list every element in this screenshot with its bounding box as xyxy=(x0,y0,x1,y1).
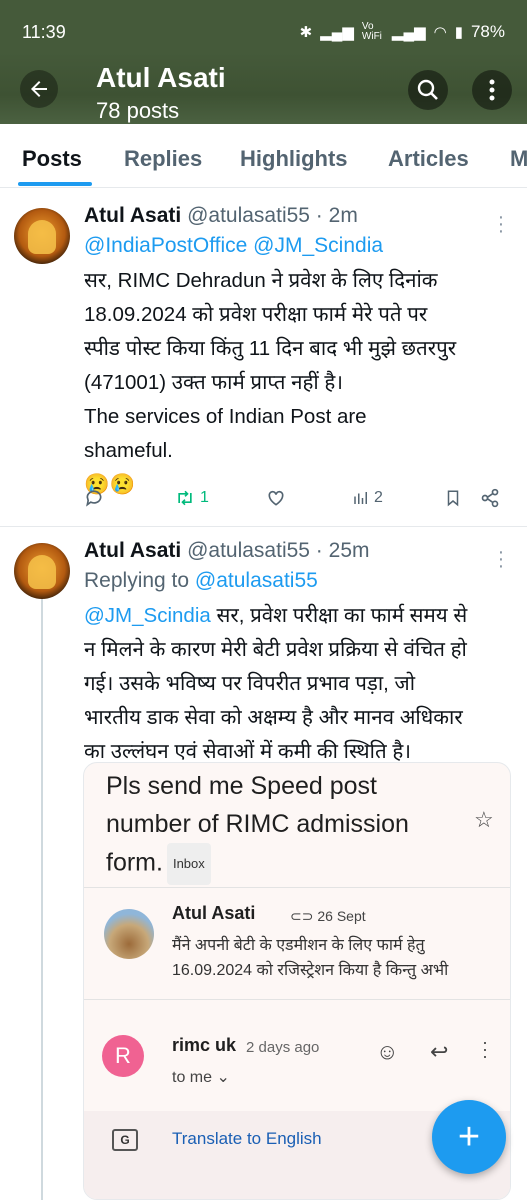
tab-media[interactable]: M xyxy=(510,146,527,172)
sender-name: rimc uk xyxy=(172,1035,237,1055)
recipient-line: to me ⌄ xyxy=(172,1067,230,1087)
post-line: The services of Indian Post are xyxy=(84,405,367,428)
vowifi-label: Vo WiFi xyxy=(361,21,382,42)
back-button[interactable] xyxy=(20,70,58,108)
more-options-button[interactable] xyxy=(472,70,512,110)
post-line: गई। उसके भविष्य पर विपरीत प्रभाव पड़ा, ज… xyxy=(84,672,416,695)
sender-avatar xyxy=(104,909,154,959)
more-vertical-icon xyxy=(489,79,495,101)
signal-icon: ▂▄▆ xyxy=(320,24,354,41)
replying-label: Replying to xyxy=(84,569,195,592)
post-line: सर, RIMC Dehradun ने प्रवेश के लिए दिनां… xyxy=(84,269,438,292)
back-arrow-icon xyxy=(31,81,47,97)
post-line: भारतीय डाक सेवा को अक्षम्य है और मानव अध… xyxy=(84,706,463,729)
post-line: सर, प्रवेश परीक्षा का फार्म समय से xyxy=(216,604,468,627)
mention-link[interactable]: @JM_Scindia xyxy=(84,604,211,627)
tab-highlights[interactable]: Highlights xyxy=(240,146,348,172)
message-preview: मैंने अपनी बेटी के एडमीशन के लिए फार्म ह… xyxy=(172,933,502,983)
author-handle: @atulasati55 · 2m xyxy=(187,204,358,227)
retweet-count: 1 xyxy=(200,489,209,506)
profile-header: Atul Asati 78 posts xyxy=(0,52,527,124)
preview-line: 16.09.2024 को रजिस्ट्रेशन किया है किन्तु… xyxy=(172,962,449,979)
message-date-text: 26 Sept xyxy=(317,908,366,924)
heart-icon xyxy=(268,490,284,506)
post-line: 18.09.2024 को प्रवेश परीक्षा फार्म मेरे … xyxy=(84,303,428,326)
author-name[interactable]: Atul Asati xyxy=(84,204,181,227)
share-icon xyxy=(481,488,499,508)
divider xyxy=(84,887,510,888)
wifi-icon: ◠ xyxy=(433,24,447,41)
replying-to-link[interactable]: @atulasati55 xyxy=(195,569,318,592)
battery-icon: ▮ xyxy=(454,24,463,41)
sender-name: Atul Asati xyxy=(172,903,256,923)
subject-line: Pls send me Speed post xyxy=(106,772,377,800)
preview-line: मैंने अपनी बेटी के एडमीशन के लिए फार्म ह… xyxy=(172,937,425,954)
post-count: 78 posts xyxy=(96,98,180,123)
reply-arrow-icon: ↩ xyxy=(430,1039,449,1064)
sender-avatar: R xyxy=(102,1035,144,1077)
author-name[interactable]: Atul Asati xyxy=(84,539,181,562)
views-icon xyxy=(354,492,367,504)
post-menu-icon[interactable]: · · · xyxy=(496,207,506,241)
profile-tabs: Posts Replies Highlights Articles M xyxy=(0,124,527,188)
post[interactable]: Atul Asati @atulasati55 · 2m · · · @IndiaP… xyxy=(0,190,527,526)
emoji-icon: ☺ xyxy=(376,1039,399,1064)
tab-posts[interactable]: Posts xyxy=(22,146,82,172)
mentions[interactable]: @IndiaPostOffice @JM_Scindia xyxy=(84,234,383,258)
message-date: ⊂⊃ 26 Sept xyxy=(290,908,366,925)
like-button[interactable] xyxy=(266,488,286,508)
views-count: 2 xyxy=(374,489,383,506)
post-line: स्पीड पोस्ट किया किंतु 11 दिन बाद भी मुझ… xyxy=(84,337,457,360)
author-handle: @atulasati55 · 25m xyxy=(187,539,370,562)
recipient-text: to me xyxy=(172,1069,213,1086)
star-icon: ☆ xyxy=(474,807,494,832)
inbox-label: Inbox xyxy=(166,843,211,885)
post-text: @JM_Scindia सर, प्रवेश परीक्षा का फार्म … xyxy=(84,599,520,769)
email-subject: Pls send me Speed post number of RIMC ad… xyxy=(106,767,466,885)
translate-icon: G xyxy=(112,1129,138,1151)
search-icon xyxy=(417,79,438,100)
avatar[interactable] xyxy=(14,543,70,599)
chevron-down-icon: ⌄ xyxy=(216,1069,230,1086)
attachment-icon: ⊂⊃ xyxy=(290,908,318,924)
bluetooth-icon: ✱ xyxy=(299,24,313,41)
divider xyxy=(84,999,510,1000)
share-button[interactable] xyxy=(480,488,500,508)
post-line: न मिलने के कारण मेरी बेटी प्रवेश प्रक्रि… xyxy=(84,638,467,661)
signal-icon-2: ▂▄▆ xyxy=(391,24,426,41)
tab-articles[interactable]: Articles xyxy=(388,146,469,172)
translate-link: Translate to English xyxy=(172,1129,322,1148)
post-actions: 1 2 xyxy=(84,488,514,518)
reply-icon xyxy=(86,490,102,507)
post-line: shameful. xyxy=(84,439,173,462)
subject-line: form. xyxy=(106,848,163,877)
active-tab-indicator xyxy=(18,182,92,186)
bookmark-icon xyxy=(447,490,459,507)
views-button[interactable]: 2 xyxy=(352,488,383,508)
post-menu-icon[interactable]: · · · xyxy=(496,542,506,576)
post-text: सर, RIMC Dehradun ने प्रवेश के लिए दिनां… xyxy=(84,264,520,502)
subject-line: number of RIMC admission xyxy=(106,810,409,838)
reply-button[interactable] xyxy=(84,488,104,508)
status-time: 11:39 xyxy=(22,21,66,42)
tab-replies[interactable]: Replies xyxy=(124,146,202,172)
more-vertical-icon: · · · xyxy=(482,1032,488,1066)
bookmark-button[interactable] xyxy=(444,488,462,508)
message-time: 2 days ago xyxy=(246,1039,320,1056)
retweet-button[interactable]: 1 xyxy=(174,488,209,508)
search-button[interactable] xyxy=(408,70,448,110)
profile-name: Atul Asati xyxy=(96,62,226,93)
post-line: (471001) उक्त फार्म प्राप्त नहीं है। xyxy=(84,371,344,394)
battery-level: 78% xyxy=(470,22,505,41)
compose-button[interactable]: + xyxy=(432,1100,506,1174)
retweet-icon xyxy=(178,490,192,506)
avatar[interactable] xyxy=(14,208,70,264)
